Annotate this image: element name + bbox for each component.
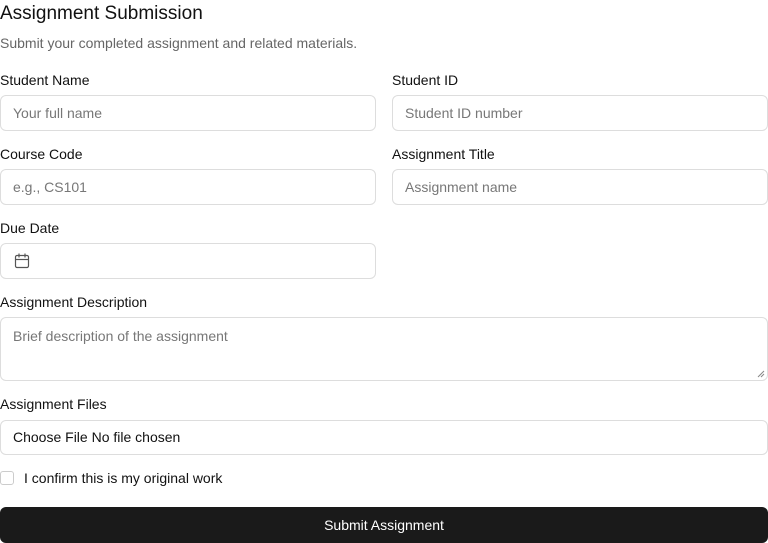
submit-button[interactable]: Submit Assignment — [0, 507, 768, 543]
description-label: Assignment Description — [0, 294, 148, 310]
original-work-label[interactable]: I confirm this is my original work — [24, 469, 222, 487]
form-subtitle: Submit your completed assignment and rel… — [0, 35, 358, 51]
file-upload-input[interactable]: Choose File No file chosen — [0, 420, 768, 455]
student-name-label: Student Name — [0, 72, 90, 88]
choose-file-button[interactable]: Choose File — [13, 429, 92, 445]
form-title: Assignment Submission — [0, 3, 203, 24]
assignment-title-input[interactable] — [392, 169, 768, 205]
file-status-text: No file chosen — [91, 429, 181, 445]
due-date-label: Due Date — [0, 220, 60, 236]
student-id-input[interactable] — [392, 95, 768, 131]
due-date-input[interactable] — [0, 243, 376, 279]
files-label: Assignment Files — [0, 396, 107, 412]
calendar-icon — [14, 253, 30, 269]
resize-handle-icon[interactable] — [757, 370, 765, 378]
course-code-input[interactable] — [0, 169, 376, 205]
description-textarea[interactable] — [0, 317, 768, 381]
course-code-label: Course Code — [0, 146, 83, 162]
student-id-label: Student ID — [392, 72, 459, 88]
assignment-title-label: Assignment Title — [392, 146, 495, 162]
student-name-input[interactable] — [0, 95, 376, 131]
original-work-checkbox[interactable] — [0, 471, 14, 485]
